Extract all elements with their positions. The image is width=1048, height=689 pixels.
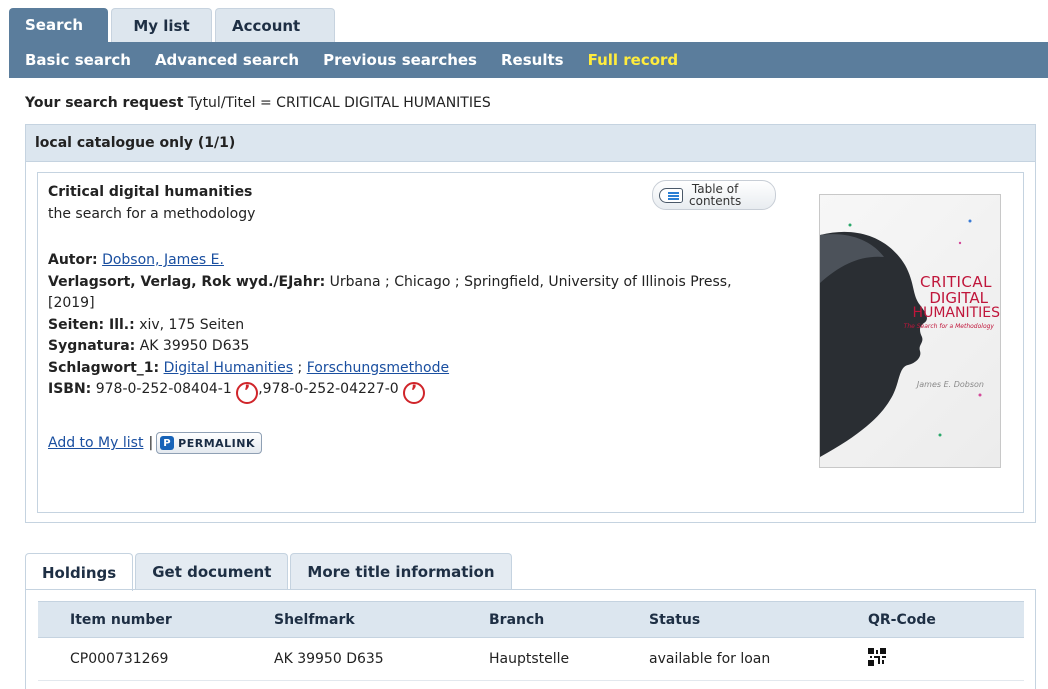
tab-search[interactable]: Search	[9, 8, 108, 42]
permalink-label: PERMALINK	[178, 436, 255, 450]
search-subnav: Basic search Advanced search Previous se…	[9, 42, 1048, 78]
full-record: Critical digital humanities the search f…	[37, 172, 1024, 513]
pages-field: Seiten: Ill.: xiv, 175 Seiten	[48, 315, 748, 337]
subject-link-digital-humanities[interactable]: Digital Humanities	[164, 360, 294, 376]
panel-header: local catalogue only (1/1)	[26, 125, 1035, 162]
subject-separator: ;	[297, 359, 303, 376]
toc-label: Table of contents	[689, 183, 741, 207]
isbn-lookup-icon[interactable]: ’	[236, 382, 259, 404]
isbn-label: ISBN:	[48, 381, 92, 397]
item-number-cell: CP000731269	[38, 637, 274, 681]
shelfmark-cell: AK 39950 D635	[274, 637, 489, 681]
isbn-value-1: 978-0-252-08404-1	[95, 381, 232, 397]
column-header-branch: Branch	[489, 601, 649, 638]
record-actions: Add to My list | P PERMALINK	[48, 432, 262, 454]
isbn-lookup-icon[interactable]: ’	[403, 382, 426, 404]
publisher-label: Verlagsort, Verlag, Rok wyd./EJahr:	[48, 273, 326, 290]
publisher-field: Verlagsort, Verlag, Rok wyd./EJahr: Urba…	[48, 272, 748, 315]
holdings-table: Item number Shelfmark Branch Status QR-C…	[38, 601, 1024, 681]
author-field: Autor: Dobson, James E.	[48, 250, 748, 272]
column-header-item-number: Item number	[38, 601, 274, 638]
toc-label-line2: contents	[689, 194, 742, 208]
actions-separator: |	[148, 435, 154, 451]
cover-author: James E. Dobson	[916, 380, 984, 389]
qr-code-cell	[868, 637, 1024, 681]
holdings-panel: Item number Shelfmark Branch Status QR-C…	[25, 589, 1036, 689]
advanced-search-link[interactable]: Advanced search	[155, 51, 299, 69]
subject-field: Schlagwort_1: Digital Humanities ; Forsc…	[48, 358, 748, 380]
document-icon	[659, 187, 683, 203]
column-header-status: Status	[649, 601, 868, 638]
results-link[interactable]: Results	[501, 51, 564, 69]
author-link[interactable]: Dobson, James E.	[102, 252, 224, 268]
tab-more-title-information[interactable]: More title information	[290, 553, 512, 590]
record-subtitle: the search for a methodology	[48, 206, 256, 222]
record-panel: local catalogue only (1/1) Critical digi…	[25, 124, 1036, 523]
pages-label: Seiten: Ill.:	[48, 316, 135, 333]
branch-cell: Hauptstelle	[489, 637, 649, 681]
search-request-label: Your search request	[25, 95, 184, 111]
isbn-field: ISBN: 978-0-252-08404-1 ’ ,978-0-252-0422…	[48, 379, 748, 404]
table-of-contents-button[interactable]: Table of contents	[652, 180, 776, 210]
signature-label: Sygnatura:	[48, 338, 136, 354]
record-fields: Autor: Dobson, James E. Verlagsort, Verl…	[48, 250, 748, 404]
signature-field: Sygnatura: AK 39950 D635	[48, 336, 748, 358]
author-label: Autor:	[48, 252, 98, 268]
full-record-link[interactable]: Full record	[588, 51, 679, 69]
cover-subtitle: The Search for a Methodology	[903, 323, 994, 330]
tab-holdings[interactable]: Holdings	[25, 553, 134, 591]
main-tabs: Search My list Account	[9, 8, 338, 42]
cover-title-line3: HUMANITIES	[912, 305, 1000, 321]
search-request: Your search request Tytul/Titel = CRITIC…	[25, 95, 491, 111]
add-to-my-list-link[interactable]: Add to My list	[48, 435, 143, 451]
subject-label: Schlagwort_1:	[48, 359, 160, 376]
holdings-header-row: Item number Shelfmark Branch Status QR-C…	[38, 601, 1024, 638]
tab-get-document[interactable]: Get document	[135, 553, 289, 590]
isbn-value-2: 978-0-252-04227-0	[262, 381, 399, 397]
tab-my-list[interactable]: My list	[111, 8, 212, 42]
column-header-qr-code: QR-Code	[868, 601, 1024, 638]
search-request-value: Tytul/Titel = CRITICAL DIGITAL HUMANITIE…	[187, 95, 491, 111]
signature-value: AK 39950 D635	[139, 338, 250, 354]
previous-searches-link[interactable]: Previous searches	[323, 51, 477, 69]
book-cover[interactable]: CRITICAL DIGITAL HUMANITIES The Search f…	[819, 194, 1001, 468]
subject-link-forschungsmethode[interactable]: Forschungsmethode	[307, 360, 449, 376]
permalink-icon: P	[160, 436, 175, 450]
qr-code-icon[interactable]	[868, 648, 886, 666]
record-title: Critical digital humanities	[48, 184, 253, 200]
basic-search-link[interactable]: Basic search	[25, 51, 131, 69]
record-detail-tabs: Holdings Get document More title informa…	[25, 553, 514, 591]
cover-head-silhouette	[820, 219, 982, 457]
tab-account[interactable]: Account	[215, 8, 335, 42]
table-row: CP000731269 AK 39950 D635 Hauptstelle av…	[38, 637, 1024, 681]
permalink-button[interactable]: P PERMALINK	[156, 432, 262, 454]
pages-value: xiv, 175 Seiten	[139, 316, 245, 333]
column-header-shelfmark: Shelfmark	[274, 601, 489, 638]
status-cell: available for loan	[649, 637, 868, 681]
